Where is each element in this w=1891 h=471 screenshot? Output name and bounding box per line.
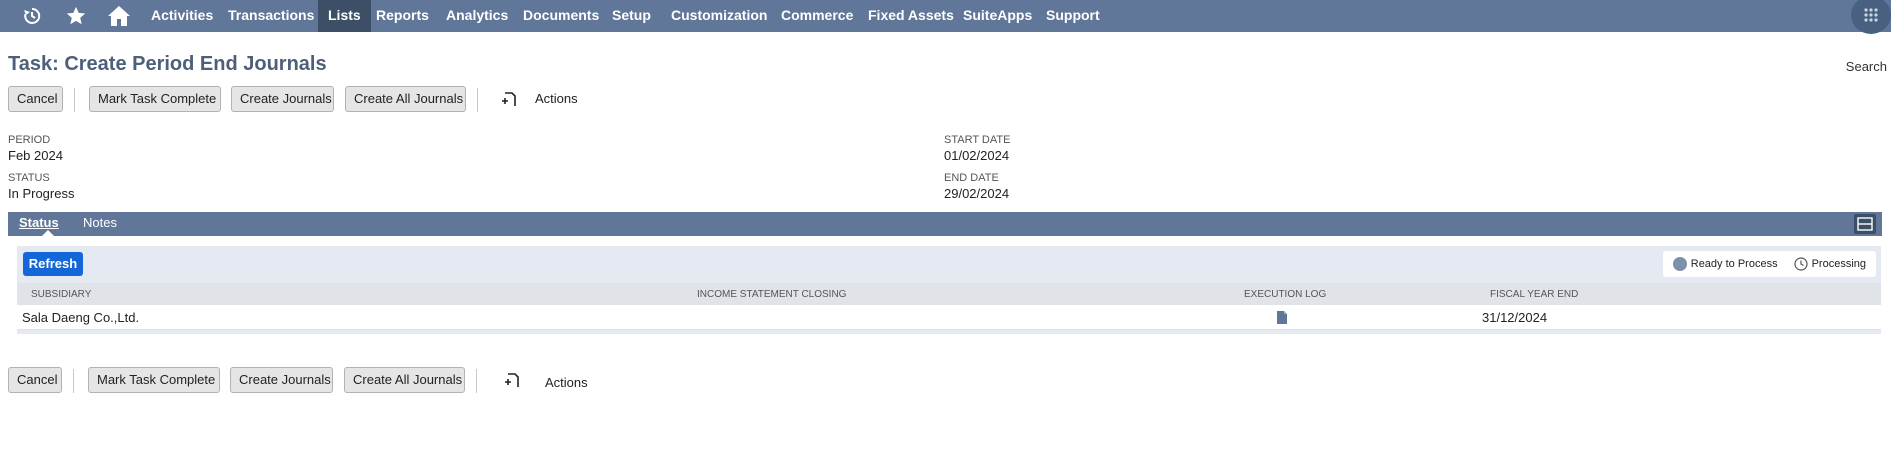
nav-fixed-assets[interactable]: Fixed Assets: [860, 0, 962, 32]
nav-reports[interactable]: Reports: [368, 0, 437, 32]
end-date-value: 29/02/2024: [944, 186, 1010, 201]
tab-status[interactable]: Status: [19, 215, 59, 230]
status-legend: Ready to Process Processing: [1662, 251, 1876, 277]
top-navigation: Activities Transactions Lists Reports An…: [0, 0, 1891, 34]
tab-notes[interactable]: Notes: [83, 215, 117, 230]
legend-ready: Ready to Process: [1672, 257, 1778, 271]
period-value: Feb 2024: [8, 148, 63, 163]
actions-icon[interactable]: [502, 370, 522, 390]
document-icon[interactable]: [1277, 311, 1287, 324]
legend-processing: Processing: [1793, 257, 1866, 271]
search-link[interactable]: Search: [1846, 59, 1887, 74]
active-tab-indicator: [42, 230, 54, 236]
page-title: Task: Create Period End Journals: [8, 53, 327, 75]
nav-activities[interactable]: Activities: [143, 0, 221, 32]
nav-transactions[interactable]: Transactions: [220, 0, 322, 32]
top-button-bar: Cancel Mark Task Complete Create Journal…: [8, 86, 608, 114]
home-icon[interactable]: [107, 4, 131, 28]
mark-task-complete-button[interactable]: Mark Task Complete: [88, 367, 220, 393]
create-all-journals-button[interactable]: Create All Journals: [345, 86, 466, 112]
nav-commerce[interactable]: Commerce: [773, 0, 861, 32]
button-divider: [477, 88, 478, 112]
table-header: SUBSIDIARY INCOME STATEMENT CLOSING EXEC…: [17, 283, 1881, 305]
cancel-button[interactable]: Cancel: [8, 367, 62, 393]
recent-icon[interactable]: [20, 4, 44, 28]
column-fiscal-year-end[interactable]: FISCAL YEAR END: [1490, 289, 1578, 300]
start-date-label: START DATE: [944, 134, 1011, 146]
fiscal-year-end-cell: 31/12/2024: [1482, 310, 1548, 325]
layout-toggle-icon[interactable]: [1854, 214, 1876, 234]
create-journals-button[interactable]: Create Journals: [231, 86, 334, 112]
status-value: In Progress: [8, 186, 75, 201]
star-icon[interactable]: [64, 4, 88, 28]
button-divider: [476, 369, 477, 393]
ready-dot-icon: [1672, 257, 1687, 271]
actions-menu[interactable]: Actions: [535, 91, 578, 106]
nav-analytics[interactable]: Analytics: [438, 0, 516, 32]
bottom-button-bar: Cancel Mark Task Complete Create Journal…: [8, 367, 608, 395]
subsidiary-cell: Sala Daeng Co.,Ltd.: [22, 310, 140, 325]
app-grid-icon[interactable]: [1851, 0, 1891, 34]
nav-suiteapps[interactable]: SuiteApps: [955, 0, 1040, 32]
column-income-statement-closing[interactable]: INCOME STATEMENT CLOSING: [697, 289, 846, 300]
period-label: PERIOD: [8, 134, 51, 146]
nav-lists[interactable]: Lists: [318, 0, 371, 32]
nav-support[interactable]: Support: [1038, 0, 1108, 32]
nav-customization[interactable]: Customization: [663, 0, 775, 32]
status-subpanel: Refresh Ready to Process Processing SUBS…: [17, 246, 1881, 334]
column-subsidiary[interactable]: SUBSIDIARY: [31, 289, 91, 300]
refresh-button[interactable]: Refresh: [23, 252, 83, 276]
button-divider: [73, 369, 74, 393]
button-divider: [74, 88, 75, 112]
column-execution-log[interactable]: EXECUTION LOG: [1244, 289, 1326, 300]
clock-icon: [1793, 257, 1808, 271]
status-label: STATUS: [8, 172, 50, 184]
subtab-bar: Status Notes: [8, 212, 1882, 236]
legend-processing-label: Processing: [1811, 258, 1866, 270]
cancel-button[interactable]: Cancel: [8, 86, 63, 112]
nav-setup[interactable]: Setup: [604, 0, 659, 32]
legend-ready-label: Ready to Process: [1690, 258, 1778, 270]
mark-task-complete-button[interactable]: Mark Task Complete: [89, 86, 221, 112]
create-journals-button[interactable]: Create Journals: [230, 367, 333, 393]
actions-menu[interactable]: Actions: [545, 375, 588, 390]
start-date-value: 01/02/2024: [944, 148, 1010, 163]
nav-documents[interactable]: Documents: [515, 0, 607, 32]
end-date-label: END DATE: [944, 172, 999, 184]
actions-icon[interactable]: [499, 89, 519, 109]
create-all-journals-button[interactable]: Create All Journals: [344, 367, 465, 393]
table-row: Sala Daeng Co.,Ltd. 31/12/2024: [17, 305, 1881, 330]
